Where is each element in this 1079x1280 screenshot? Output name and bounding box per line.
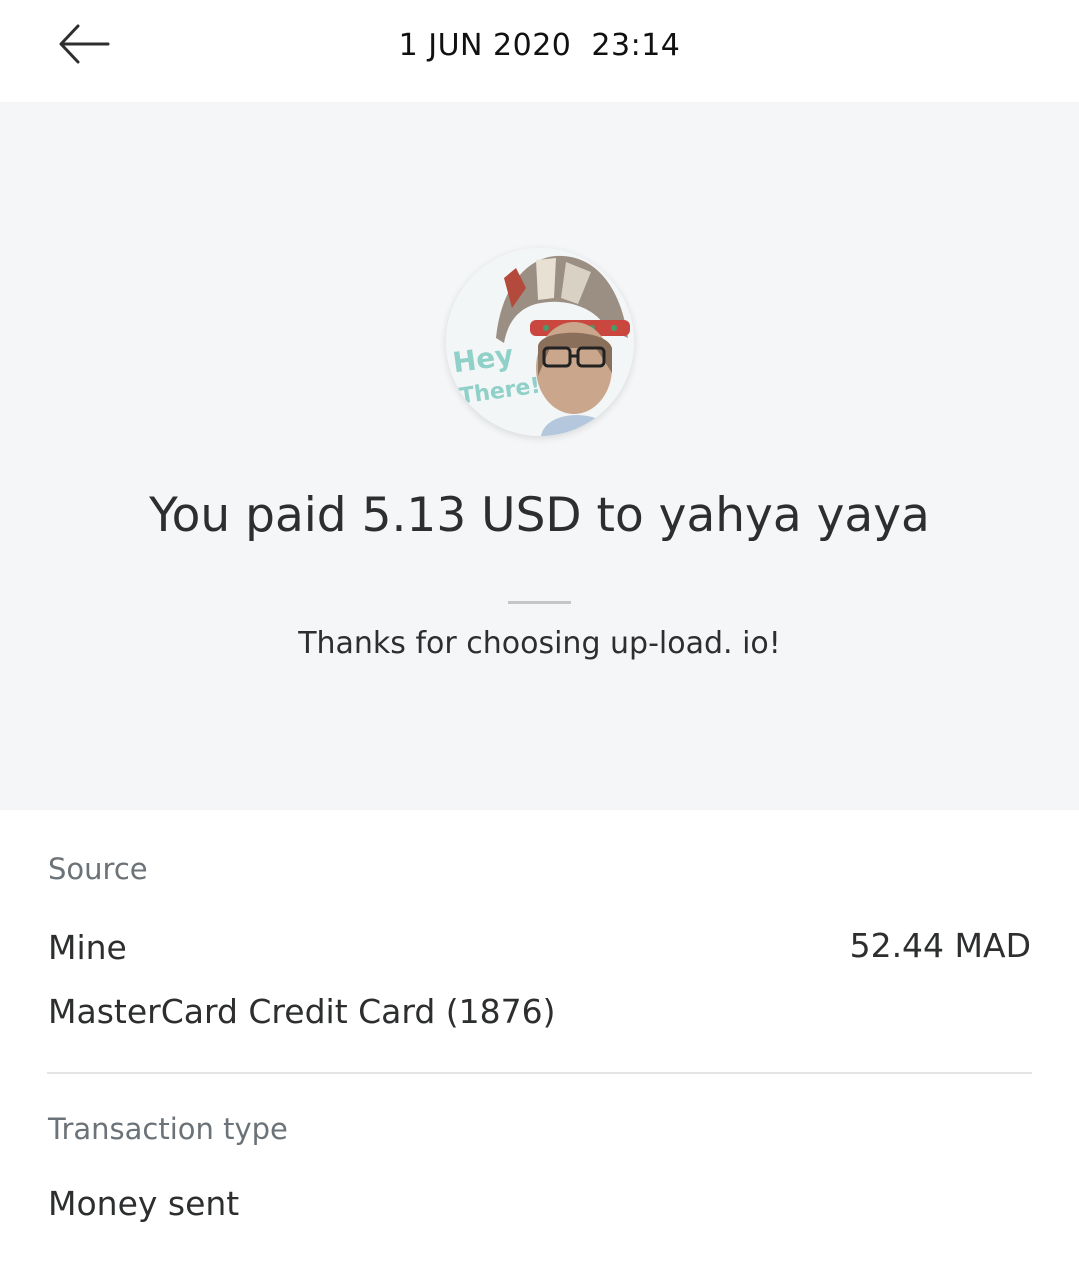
transaction-datetime: 1 JUN 2020 23:14 [398, 28, 681, 63]
payment-headline: You paid 5.13 USD to yahya yaya [149, 488, 930, 543]
recipient-avatar: Hey There! [446, 248, 634, 436]
thank-you-message: Thanks for choosing up-load. io! [298, 626, 781, 661]
avatar-image-icon: Hey There! [446, 248, 634, 436]
payment-summary: Hey There! You paid 5.13 USD to yahya ya… [0, 102, 1079, 810]
source-name: Mine [48, 928, 127, 967]
payment-method: MasterCard Credit Card (1876) [48, 992, 556, 1031]
source-label: Source [48, 852, 148, 886]
transaction-type-label: Transaction type [48, 1112, 288, 1146]
source-amount: 52.44 MAD [849, 926, 1031, 965]
transaction-type-value: Money sent [48, 1184, 240, 1223]
divider [508, 601, 571, 604]
top-bar: 1 JUN 2020 23:14 [0, 0, 1079, 102]
divider [47, 1072, 1032, 1074]
